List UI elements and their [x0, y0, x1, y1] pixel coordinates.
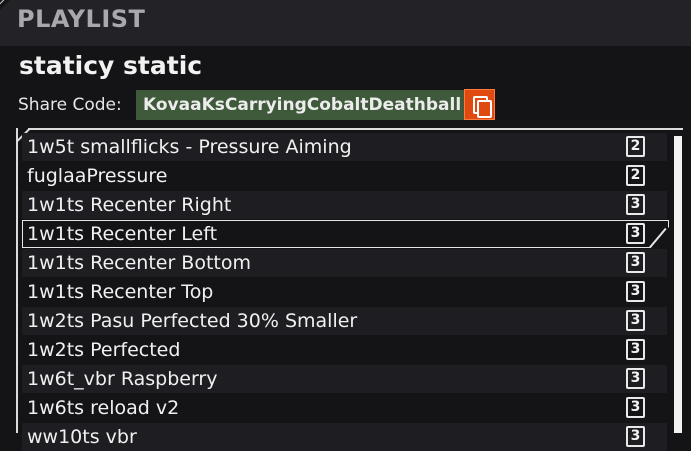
scenario-list-scrollbar[interactable]: [674, 136, 682, 433]
scenario-row[interactable]: 1w6ts reload v2 3: [22, 394, 667, 422]
scenario-row[interactable]: 1w1ts Recenter Right 3: [22, 191, 667, 219]
scenario-name: 1w6t_vbr Raspberry: [27, 368, 218, 390]
scenario-name: 1w2ts Perfected: [27, 339, 181, 361]
scenario-name: 1w1ts Recenter Top: [27, 281, 214, 303]
scenario-row[interactable]: 1w2ts Perfected 3: [22, 336, 667, 364]
scenario-row[interactable]: 1w1ts Recenter Top 3: [22, 278, 667, 306]
share-code-value[interactable]: KovaaKsCarryingCobaltDeathball: [136, 90, 469, 120]
play-count-badge: 3: [626, 426, 645, 447]
scenario-row[interactable]: ww10ts vbr 3: [22, 423, 667, 451]
scenario-name: 1w1ts Recenter Left: [27, 223, 218, 245]
scenario-row[interactable]: 1w1ts Recenter Left 3: [22, 220, 669, 248]
share-code-label: Share Code:: [18, 95, 122, 115]
play-count-badge: 3: [626, 310, 645, 331]
scenario-name: 1w6ts reload v2: [27, 397, 180, 419]
scenario-row[interactable]: 1w1ts Recenter Bottom 3: [22, 249, 667, 277]
frame-top-line: [28, 128, 683, 130]
play-count-badge: 2: [626, 165, 645, 186]
scenario-name: 1w2ts Pasu Perfected 30% Smaller: [27, 310, 358, 332]
scenario-row[interactable]: 1w5t smallflicks - Pressure Aiming 2: [22, 133, 667, 161]
copy-share-code-button[interactable]: [464, 89, 495, 120]
playlist-header: PLAYLIST: [0, 0, 691, 46]
play-count-badge: 3: [626, 281, 645, 302]
play-count-badge: 3: [626, 223, 645, 244]
scenario-name: 1w1ts Recenter Bottom: [27, 252, 252, 274]
play-count-badge: 2: [626, 136, 645, 157]
scenario-name: ww10ts vbr: [27, 426, 137, 448]
play-count-badge: 3: [626, 339, 645, 360]
play-count-badge: 3: [626, 252, 645, 273]
play-count-badge: 3: [626, 194, 645, 215]
playlist-name: staticy static: [19, 51, 203, 80]
scenario-name: 1w1ts Recenter Right: [27, 194, 232, 216]
frame-left-line: [16, 128, 18, 433]
scenario-row[interactable]: 1w2ts Pasu Perfected 30% Smaller 3: [22, 307, 667, 335]
scenario-row[interactable]: 1w6t_vbr Raspberry 3: [22, 365, 667, 393]
copy-icon-front: [477, 100, 492, 118]
scenario-row[interactable]: fuglaaPressure 2: [22, 162, 667, 190]
scenario-name: fuglaaPressure: [27, 165, 168, 187]
header-title: PLAYLIST: [17, 5, 146, 33]
scenario-name: 1w5t smallflicks - Pressure Aiming: [27, 136, 352, 158]
play-count-badge: 3: [626, 368, 645, 389]
play-count-badge: 3: [626, 397, 645, 418]
